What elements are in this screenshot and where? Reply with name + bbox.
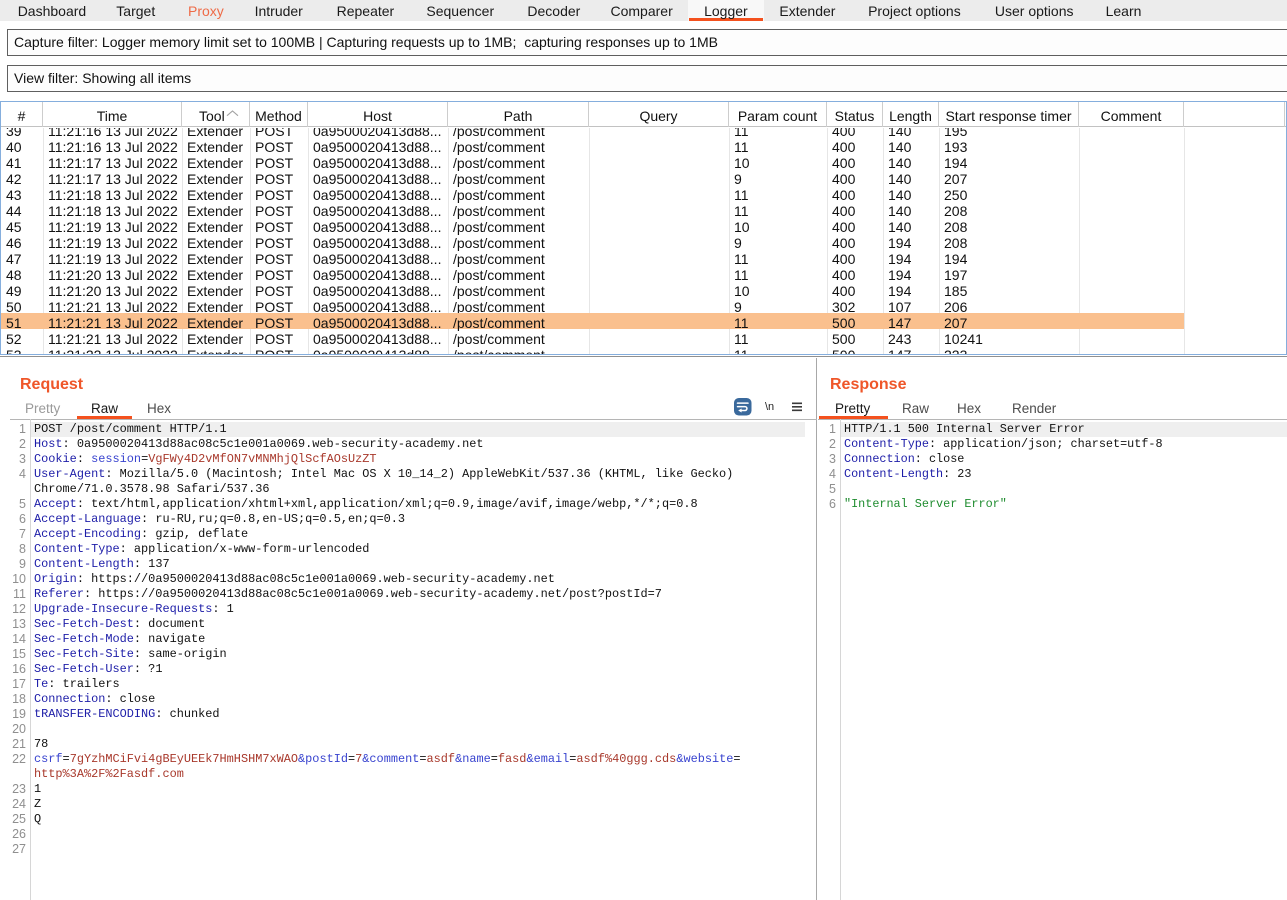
svg-text:\n: \n [765,401,774,413]
